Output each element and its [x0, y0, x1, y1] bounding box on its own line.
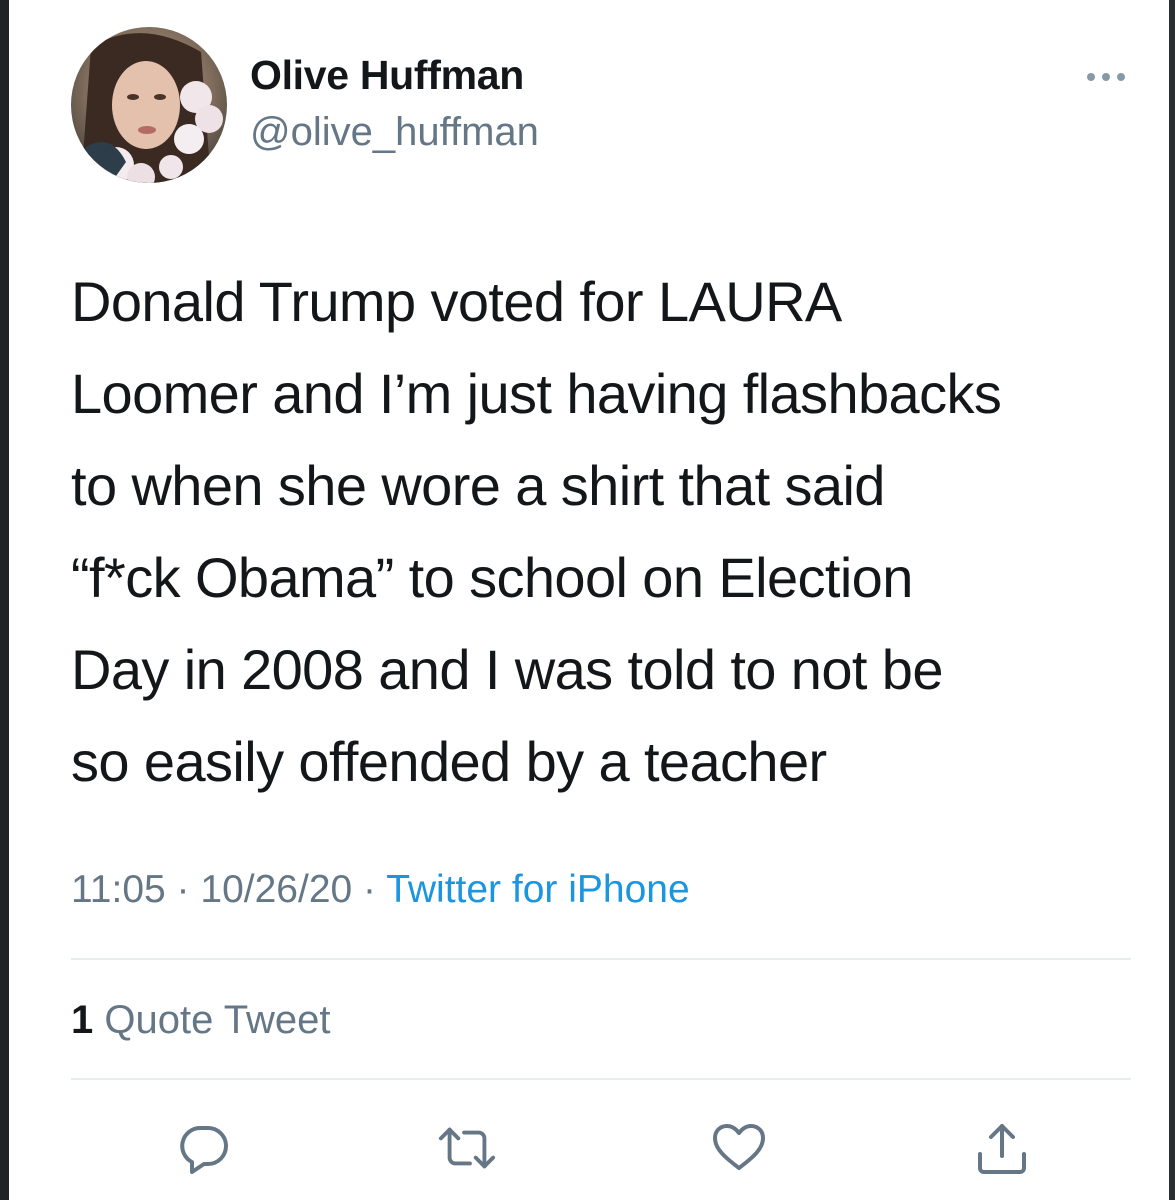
tweet-time: 11:05	[71, 868, 166, 911]
window-left-edge	[0, 0, 9, 1200]
more-dots-icon[interactable]	[1087, 65, 1135, 89]
quote-tweet-label: Quote Tweet	[104, 998, 331, 1042]
dot	[1102, 73, 1110, 81]
like-button[interactable]	[709, 1118, 769, 1178]
divider	[71, 1078, 1131, 1080]
meta-separator: ·	[363, 868, 377, 911]
retweet-icon	[438, 1127, 496, 1169]
dot	[1087, 73, 1095, 81]
retweet-button[interactable]	[437, 1118, 497, 1178]
quote-tweets-link[interactable]: 1 Quote Tweet	[71, 998, 330, 1043]
share-button[interactable]	[972, 1118, 1032, 1178]
author-handle[interactable]: @olive_huffman	[250, 110, 539, 155]
tweet-card: Olive Huffman @olive_huffman Donald Trum…	[9, 0, 1169, 1200]
tweet-source-link[interactable]: Twitter for iPhone	[386, 868, 689, 911]
dot	[1117, 73, 1125, 81]
heart-icon	[713, 1124, 765, 1170]
reply-icon	[180, 1126, 228, 1174]
reply-button[interactable]	[174, 1118, 234, 1178]
meta-separator: ·	[176, 868, 190, 911]
tweet-meta: 11:05 · 10/26/20 · Twitter for iPhone	[71, 868, 690, 912]
share-icon	[978, 1124, 1026, 1174]
avatar-photo	[71, 27, 227, 183]
author-name[interactable]: Olive Huffman	[250, 52, 524, 99]
tweet-date: 10/26/20	[200, 868, 353, 911]
window-right-edge	[1169, 0, 1175, 1200]
avatar[interactable]	[71, 27, 227, 183]
quote-tweet-count: 1	[71, 998, 94, 1042]
divider	[71, 958, 1131, 960]
tweet-text: Donald Trump voted for LAURA Loomer and …	[71, 270, 1002, 793]
